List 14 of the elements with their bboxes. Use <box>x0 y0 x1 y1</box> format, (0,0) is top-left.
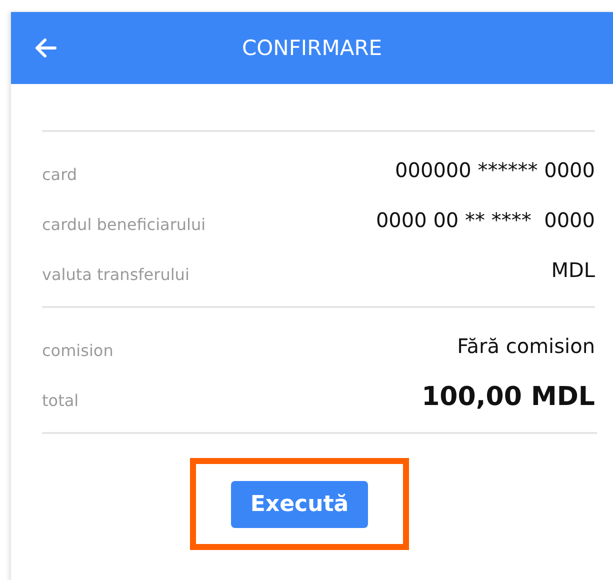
back-button[interactable] <box>35 38 57 58</box>
field-label: total <box>42 391 79 412</box>
field-value: Fără comision <box>457 334 595 360</box>
field-value: MDL <box>551 258 595 284</box>
field-value: 0000 00 ** **** 0000 <box>376 208 595 234</box>
field-label: valuta transferului <box>42 265 190 286</box>
execute-button[interactable]: Execută <box>231 481 368 528</box>
field-value: 100,00 MDL <box>422 382 595 414</box>
field-value: 000000 ****** 0000 <box>395 158 595 184</box>
screen-title: CONFIRMARE <box>242 36 382 60</box>
field-label: comision <box>42 341 114 362</box>
back-arrow-icon <box>35 38 57 58</box>
field-label: card <box>42 165 78 186</box>
field-label: cardul beneficiarului <box>42 215 206 236</box>
